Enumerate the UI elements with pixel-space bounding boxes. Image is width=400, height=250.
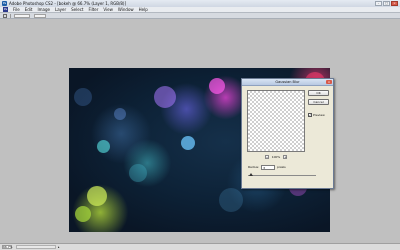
close-button[interactable]: × <box>391 1 398 6</box>
cancel-button[interactable]: Cancel <box>308 99 329 105</box>
menu-window[interactable]: Window <box>118 7 134 12</box>
window-title: Adobe Photoshop CS2 - [bokeh @ 66.7% (La… <box>9 1 127 6</box>
options-field[interactable] <box>34 14 46 18</box>
bokeh-circle <box>87 186 107 206</box>
bokeh-circle <box>181 136 195 150</box>
preview-checkbox[interactable]: ✓ <box>308 113 312 117</box>
photoshop-logo-icon[interactable]: Ps <box>3 7 8 12</box>
radius-unit: pixels <box>277 165 286 169</box>
options-divider <box>10 14 11 18</box>
bokeh-circle <box>129 164 147 182</box>
preview-label: Preview <box>313 113 325 117</box>
document-info <box>16 245 56 249</box>
bokeh-circle <box>209 78 225 94</box>
status-bar: 66.7% ▸ <box>0 243 400 250</box>
menu-image[interactable]: Image <box>37 7 50 12</box>
zoom-level: 100% <box>271 154 281 159</box>
preview-zoom-controls: − 100% + <box>247 154 305 159</box>
gaussian-blur-dialog: Gaussian Blur × − 100% + OK Cancel ✓ Pre… <box>241 78 334 189</box>
radius-row: Radius: pixels <box>248 165 286 170</box>
menu-view[interactable]: View <box>103 7 113 12</box>
bokeh-circle <box>154 86 176 108</box>
maximize-button[interactable]: □ <box>383 1 390 6</box>
bokeh-circle <box>114 108 126 120</box>
menu-edit[interactable]: Edit <box>25 7 33 12</box>
photoshop-icon: Ps <box>2 1 7 6</box>
minimize-button[interactable]: – <box>375 1 382 6</box>
zoom-in-button[interactable]: + <box>283 154 288 159</box>
menu-select[interactable]: Select <box>71 7 83 12</box>
menu-file[interactable]: File <box>13 7 20 12</box>
window-controls: – □ × <box>375 1 398 6</box>
bokeh-circle <box>219 188 243 212</box>
preview-option[interactable]: ✓ Preview <box>308 113 325 117</box>
bokeh-circle <box>75 206 91 222</box>
options-field[interactable] <box>14 14 30 18</box>
ok-button[interactable]: OK <box>308 90 329 96</box>
radius-slider-track[interactable] <box>248 175 316 176</box>
dialog-title-bar[interactable]: Gaussian Blur × <box>242 79 333 86</box>
zoom-out-button[interactable]: − <box>264 154 269 159</box>
radius-slider-handle[interactable] <box>248 173 253 176</box>
radius-label: Radius: <box>248 165 260 169</box>
tool-preset-icon[interactable] <box>3 14 7 18</box>
workspace: Gaussian Blur × − 100% + OK Cancel ✓ Pre… <box>0 19 400 243</box>
menu-help[interactable]: Help <box>139 7 148 12</box>
status-menu-arrow-icon[interactable]: ▸ <box>58 245 60 249</box>
bokeh-circle <box>97 140 110 153</box>
menu-layer[interactable]: Layer <box>55 7 66 12</box>
status-zoom-field[interactable]: 66.7% <box>2 245 13 249</box>
dialog-close-button[interactable]: × <box>326 80 332 84</box>
blur-preview[interactable] <box>247 90 305 152</box>
radius-input[interactable] <box>261 165 276 170</box>
menu-filter[interactable]: Filter <box>88 7 98 12</box>
dialog-title: Gaussian Blur <box>275 80 300 84</box>
bokeh-circle <box>74 88 92 106</box>
